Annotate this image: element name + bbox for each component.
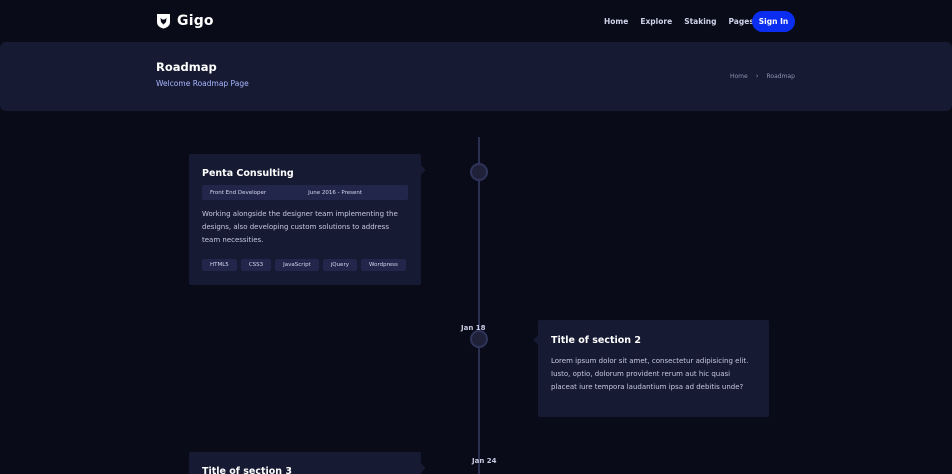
timeline-card: Penta Consulting Front End Developer Jun…: [189, 154, 426, 285]
card-meta: Front End Developer June 2016 - Present: [202, 185, 408, 200]
timeline-dot: [470, 330, 488, 348]
main-nav: Home Explore Staking Pages: [600, 11, 766, 31]
tag: CSS3: [240, 259, 272, 271]
card-period: June 2016 - Present: [308, 189, 362, 196]
card-body: Working alongside the designer team impl…: [202, 210, 398, 244]
timeline-card: Title of section 2 Lorem ipsum dolor sit…: [533, 320, 769, 417]
timeline-card: Title of section 3: [189, 452, 426, 474]
card-notch: [533, 334, 545, 346]
timeline-date: Jan 24: [472, 457, 497, 465]
page-subtitle: Welcome Roadmap Page: [156, 79, 249, 88]
breadcrumb-current: Roadmap: [766, 72, 795, 80]
tag: jQuery: [322, 259, 357, 271]
tag: Wordpress: [360, 259, 406, 271]
card-body: Lorem ipsum dolor sit amet, consectetur …: [551, 357, 749, 391]
brand-name: Gigo: [177, 13, 214, 29]
card-title: Penta Consulting: [202, 168, 294, 179]
brand-logo[interactable]: Gigo: [156, 11, 214, 31]
sign-in-button[interactable]: Sign In: [752, 11, 795, 32]
tag: HTML5: [202, 259, 237, 271]
nav-home[interactable]: Home: [604, 17, 628, 26]
breadcrumb: Home › Roadmap: [730, 72, 795, 80]
card-title: Title of section 3: [202, 466, 292, 474]
breadcrumb-home[interactable]: Home: [730, 73, 748, 80]
page-title: Roadmap: [156, 60, 217, 74]
card-role: Front End Developer: [210, 189, 267, 196]
tag: JavaScript: [275, 259, 319, 271]
chevron-right-icon: ›: [755, 72, 759, 80]
timeline-dot: [470, 163, 488, 181]
nav-explore[interactable]: Explore: [640, 17, 672, 26]
top-navbar: Gigo Home Explore Staking Pages Sign In: [0, 0, 952, 42]
nav-pages[interactable]: Pages: [729, 17, 754, 26]
lion-shield-icon: [157, 14, 170, 29]
page-banner: Roadmap Welcome Roadmap Page Home › Road…: [0, 42, 952, 111]
card-notch: [414, 164, 426, 176]
card-title: Title of section 2: [551, 335, 641, 346]
tag-list: HTML5 CSS3 JavaScript jQuery Wordpress: [202, 259, 408, 271]
timeline-line: [478, 137, 480, 474]
card-notch: [414, 462, 426, 474]
nav-staking[interactable]: Staking: [684, 17, 716, 26]
